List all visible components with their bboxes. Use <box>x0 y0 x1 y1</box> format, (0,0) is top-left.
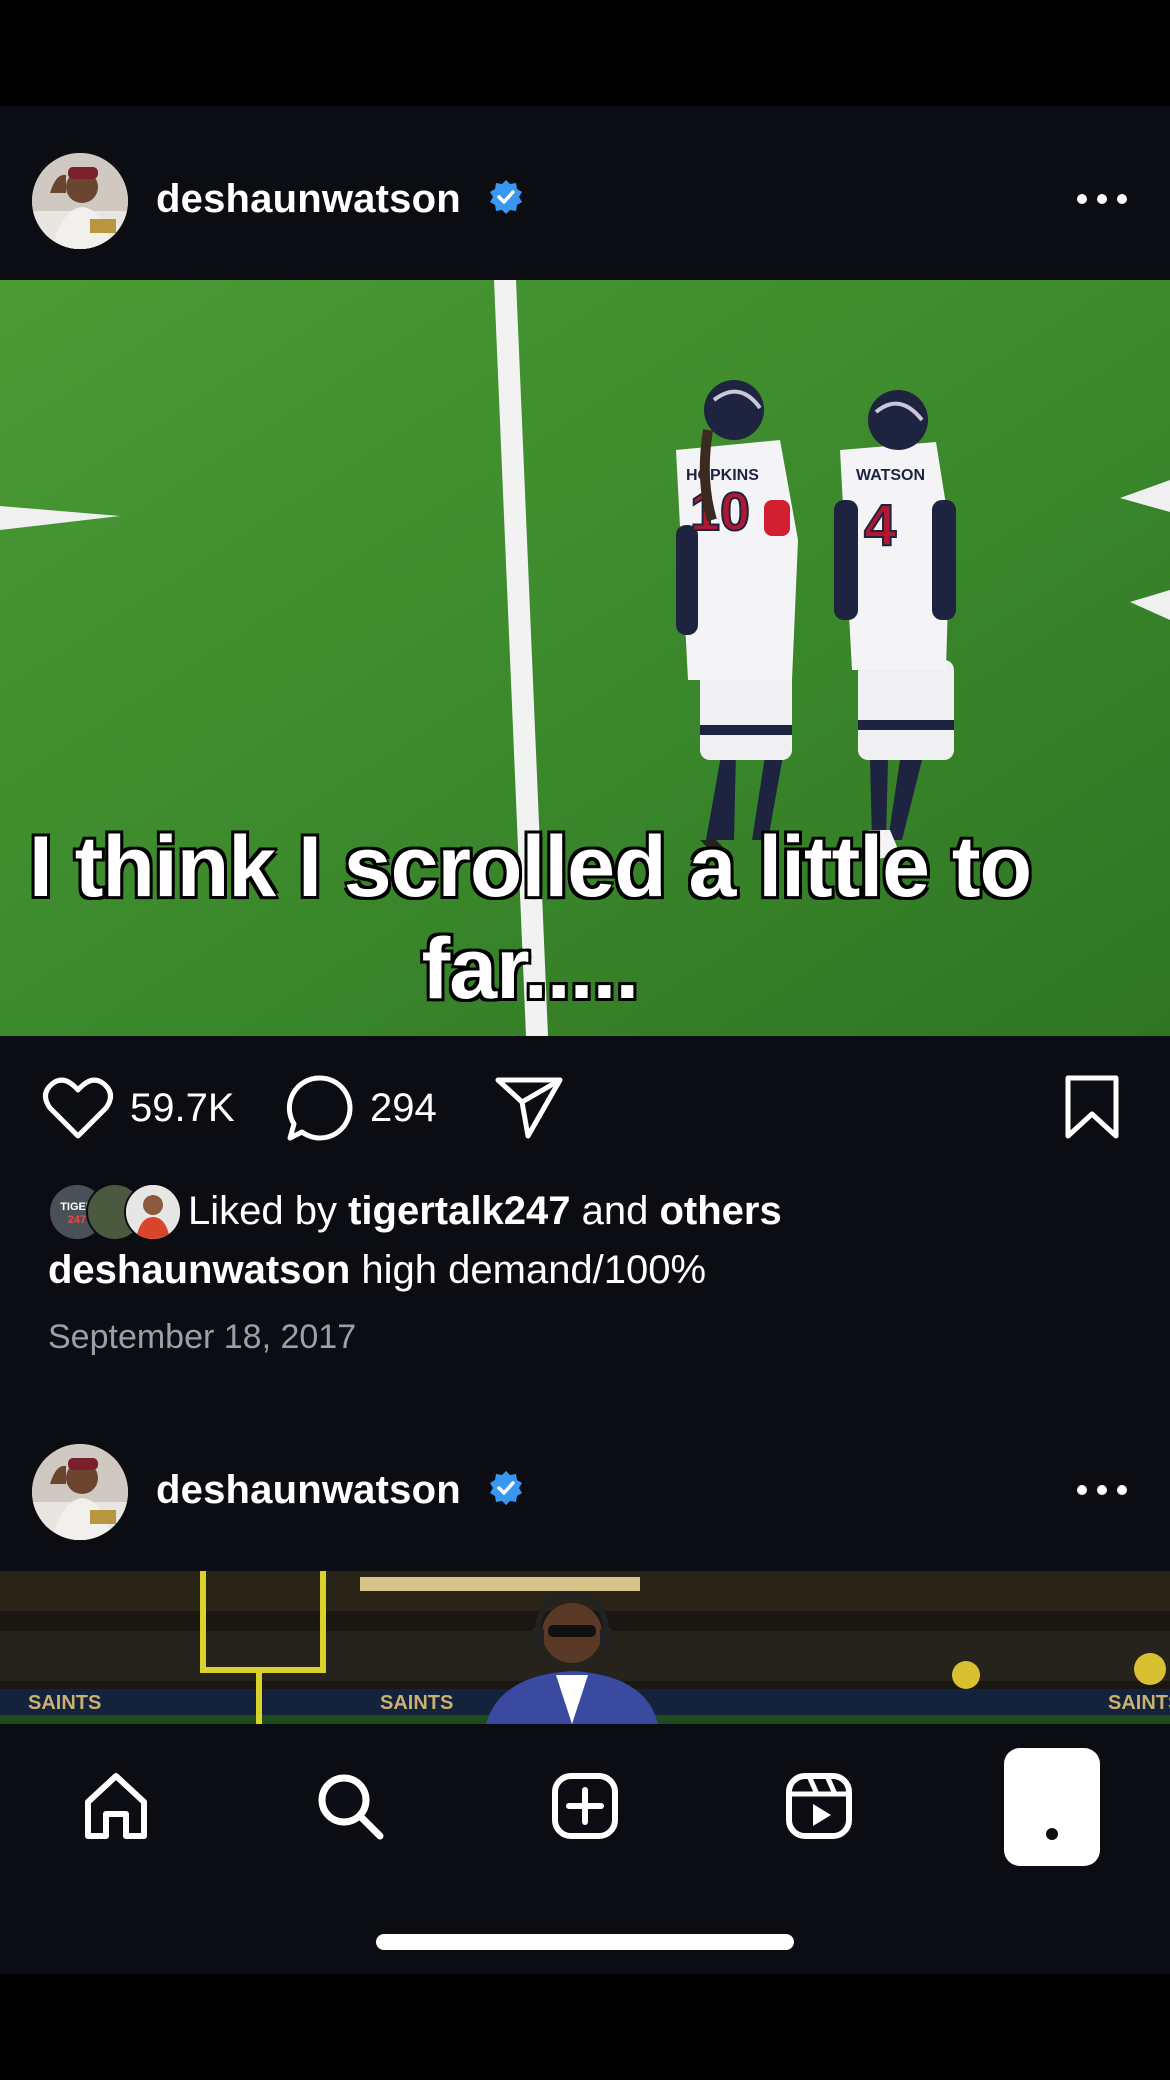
svg-text:247: 247 <box>68 1214 86 1226</box>
liked-by-user[interactable]: tigertalk247 <box>348 1189 570 1234</box>
liked-avatar-3 <box>124 1183 182 1241</box>
post-username[interactable]: deshaunwatson <box>156 177 461 222</box>
liked-by-avatars: TIGER 247 <box>48 1183 182 1241</box>
verified-badge-icon <box>490 180 522 214</box>
post-image-2[interactable]: SAINTS SAINTS SAINTS <box>0 1571 1170 1724</box>
avatar[interactable] <box>32 153 128 249</box>
comment-button[interactable]: 294 <box>286 1074 437 1142</box>
tab-search[interactable] <box>308 1764 392 1848</box>
post-image[interactable]: 10 HOPKINS 4 WATSON I think I scrolled a… <box>0 280 1170 1036</box>
tab-profile[interactable] <box>1004 1748 1100 1866</box>
jersey-name-right: WATSON <box>856 467 925 484</box>
liked-by-others[interactable]: others <box>659 1189 781 1234</box>
more-options-icon[interactable] <box>1074 189 1130 209</box>
heart-icon <box>43 1077 113 1139</box>
tab-home[interactable] <box>74 1764 158 1848</box>
verified-badge-icon <box>490 1471 522 1505</box>
banner-text-mid: SAINTS <box>380 1692 453 1714</box>
share-icon[interactable] <box>494 1074 564 1140</box>
post-caption: deshaunwatson high demand/100% <box>48 1240 706 1300</box>
overlay-caption-line1: I think I scrolled a little to <box>27 818 1033 917</box>
post-actions: 59.7K 294 <box>0 1036 1170 1176</box>
tab-create[interactable] <box>543 1764 627 1848</box>
home-icon <box>85 1773 147 1839</box>
more-options-icon[interactable] <box>1074 1480 1130 1500</box>
stadium-photo: SAINTS SAINTS SAINTS <box>0 1571 1170 1724</box>
post-header: deshaunwatson <box>0 106 1170 280</box>
profile-dot <box>1046 1828 1058 1840</box>
liked-by-and: and <box>581 1188 649 1233</box>
liked-by-prefix: Liked by <box>188 1188 337 1233</box>
create-icon <box>552 1773 618 1839</box>
reels-icon <box>786 1773 852 1839</box>
banner-text-left: SAINTS <box>28 1692 101 1714</box>
bookmark-icon[interactable] <box>1064 1074 1120 1140</box>
like-count: 59.7K <box>130 1085 235 1130</box>
home-indicator[interactable] <box>376 1934 794 1950</box>
comment-icon <box>286 1075 353 1141</box>
post-header-2: deshaunwatson <box>0 1397 1170 1571</box>
caption-text: high demand/100% <box>361 1248 707 1292</box>
search-icon <box>318 1774 384 1840</box>
overlay-caption-line2: far..... <box>420 920 641 1019</box>
caption-username[interactable]: deshaunwatson <box>48 1248 350 1292</box>
jersey-name-left: HOPKINS <box>686 467 759 484</box>
jersey-number-right: 4 <box>864 493 896 558</box>
tab-reels[interactable] <box>777 1764 861 1848</box>
comment-count: 294 <box>370 1085 437 1130</box>
jersey-number-left: 10 <box>690 482 750 542</box>
like-button[interactable]: 59.7K <box>42 1076 235 1140</box>
post-username[interactable]: deshaunwatson <box>156 1468 461 1513</box>
liked-by-row[interactable]: TIGER 247 Liked by tigertalk247 and othe… <box>48 1176 782 1246</box>
post-date: September 18, 2017 <box>48 1318 357 1356</box>
banner-text-right: SAINTS <box>1108 1692 1170 1714</box>
avatar[interactable] <box>32 1444 128 1540</box>
